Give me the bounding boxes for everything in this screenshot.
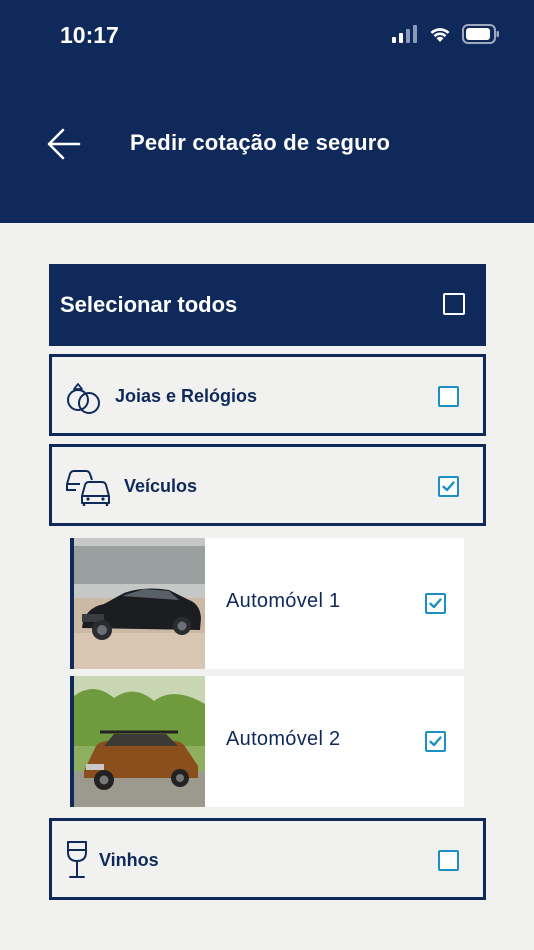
- select-all-checkbox[interactable]: [443, 293, 465, 315]
- wifi-icon: [430, 28, 450, 42]
- page-title: Pedir cotação de seguro: [130, 130, 391, 155]
- app-header: 10:17 Pedir cotação de seguro: [0, 0, 534, 223]
- vehicle-photo: [74, 538, 205, 669]
- category-checkbox-jewelry[interactable]: [438, 386, 459, 407]
- category-label-jewelry: Joias e Relógios: [115, 386, 258, 406]
- category-row-vehicles[interactable]: Veículos: [49, 444, 486, 526]
- check-icon: [442, 481, 455, 492]
- category-row-wines[interactable]: Vinhos: [49, 818, 486, 900]
- vehicle-label-2: Automóvel 2: [226, 728, 341, 750]
- category-label-wines: Vinhos: [99, 850, 159, 870]
- status-time: 10:17: [60, 22, 119, 48]
- vehicle-photo: [74, 676, 205, 807]
- check-icon: [429, 598, 442, 609]
- check-icon: [429, 736, 442, 747]
- battery-icon: [462, 24, 499, 44]
- status-icons: [392, 24, 500, 44]
- category-checkbox-wines[interactable]: [438, 850, 459, 871]
- select-all-row[interactable]: Selecionar todos: [49, 264, 486, 346]
- cars-icon: [66, 470, 110, 506]
- wine-glass-icon: [67, 841, 87, 878]
- category-checkbox-vehicles[interactable]: [438, 476, 459, 497]
- vehicle-label-1: Automóvel 1: [226, 590, 341, 612]
- rings-icon: [67, 383, 100, 414]
- arrow-left-icon[interactable]: [46, 126, 82, 162]
- vehicle-checkbox-1[interactable]: [425, 593, 446, 614]
- category-row-jewelry[interactable]: Joias e Relógios: [49, 354, 486, 436]
- signal-icon: [392, 25, 417, 43]
- category-label-vehicles: Veículos: [124, 476, 198, 496]
- vehicle-row-2[interactable]: Automóvel 2: [70, 676, 464, 807]
- vehicle-row-1[interactable]: Automóvel 1: [70, 538, 464, 669]
- select-all-label: Selecionar todos: [60, 292, 238, 317]
- vehicle-checkbox-2[interactable]: [425, 731, 446, 752]
